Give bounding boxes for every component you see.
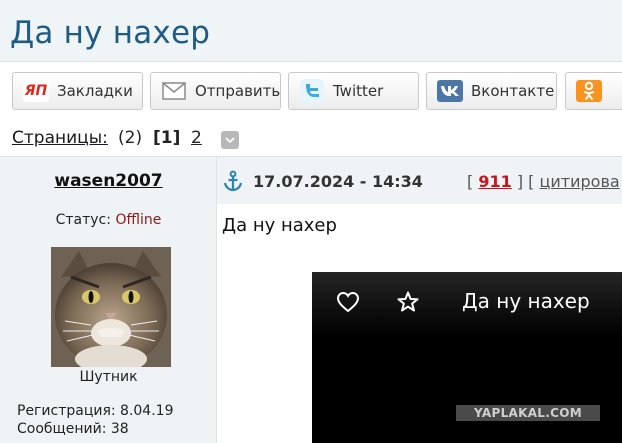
bookmarks-button[interactable]: ЯП Закладки <box>12 72 143 110</box>
video-player[interactable]: Да ну нахер YAPLAKAL.COM <box>312 272 622 443</box>
vkontakte-button[interactable]: Вконтакте <box>426 72 557 110</box>
yandex-bookmarks-icon: ЯП <box>23 80 49 102</box>
pages-dropdown-icon[interactable] <box>221 131 239 149</box>
star-icon[interactable] <box>396 290 420 314</box>
send-button[interactable]: Отправить <box>150 72 281 110</box>
post-body-text: Да ну нахер <box>222 215 337 236</box>
user-rank: Шутник <box>79 369 138 385</box>
message-count: Сообщений: 38 <box>17 421 129 437</box>
twitter-bird-icon <box>299 79 325 103</box>
odnoklassniki-logo-icon <box>576 80 602 102</box>
current-page: [1] <box>153 128 181 148</box>
post-rating[interactable]: 911 <box>478 172 511 191</box>
post-date: 17.07.2024 - 14:34 <box>253 172 423 191</box>
odnoklassniki-button[interactable] <box>565 72 622 110</box>
author-sidebar: Статус: Offline Шутник Регистрация: 8.04… <box>0 204 217 443</box>
page-title: Да ну нахер <box>10 15 211 51</box>
heart-icon[interactable] <box>336 290 360 314</box>
send-label: Отправить <box>195 82 281 100</box>
author-cell: wasen2007 <box>0 157 217 205</box>
page-count: (2) <box>118 128 143 148</box>
twitter-button[interactable]: Twitter <box>288 72 419 110</box>
author-status: Статус: Offline <box>0 212 217 228</box>
avatar[interactable] <box>51 247 171 367</box>
pages-link[interactable]: Страницы: <box>12 128 108 148</box>
bookmarks-label: Закладки <box>57 82 133 100</box>
share-toolbar: ЯП Закладки Отправить Twitter Вконтакте <box>0 62 622 120</box>
post-header: wasen2007 17.07.2024 - 14:34 [ 911 ] [ ц… <box>0 156 622 205</box>
rating-bracket-close: ] [ <box>511 172 540 191</box>
envelope-icon <box>161 80 187 102</box>
author-name[interactable]: wasen2007 <box>0 171 217 191</box>
anchor-icon[interactable] <box>222 170 244 192</box>
site-watermark: YAPLAKAL.COM <box>456 405 600 421</box>
page-2-link[interactable]: 2 <box>191 128 202 148</box>
vkontakte-label: Вконтакте <box>471 82 555 100</box>
topic-title-bar: Да ну нахер <box>0 0 622 62</box>
vk-logo-icon <box>437 80 463 102</box>
status-label: Статус: <box>55 212 116 228</box>
pagination: Страницы: (2) [1] 2 <box>0 122 622 154</box>
post-meta: [ 911 ] [ цитирова <box>467 172 620 191</box>
quote-link[interactable]: цитирова <box>539 172 619 191</box>
rating-bracket-open: [ <box>467 172 479 191</box>
twitter-label: Twitter <box>333 82 384 100</box>
video-title: Да ну нахер <box>462 289 590 313</box>
registration-date: Регистрация: 8.04.19 <box>17 403 174 419</box>
status-value: Offline <box>115 212 162 228</box>
